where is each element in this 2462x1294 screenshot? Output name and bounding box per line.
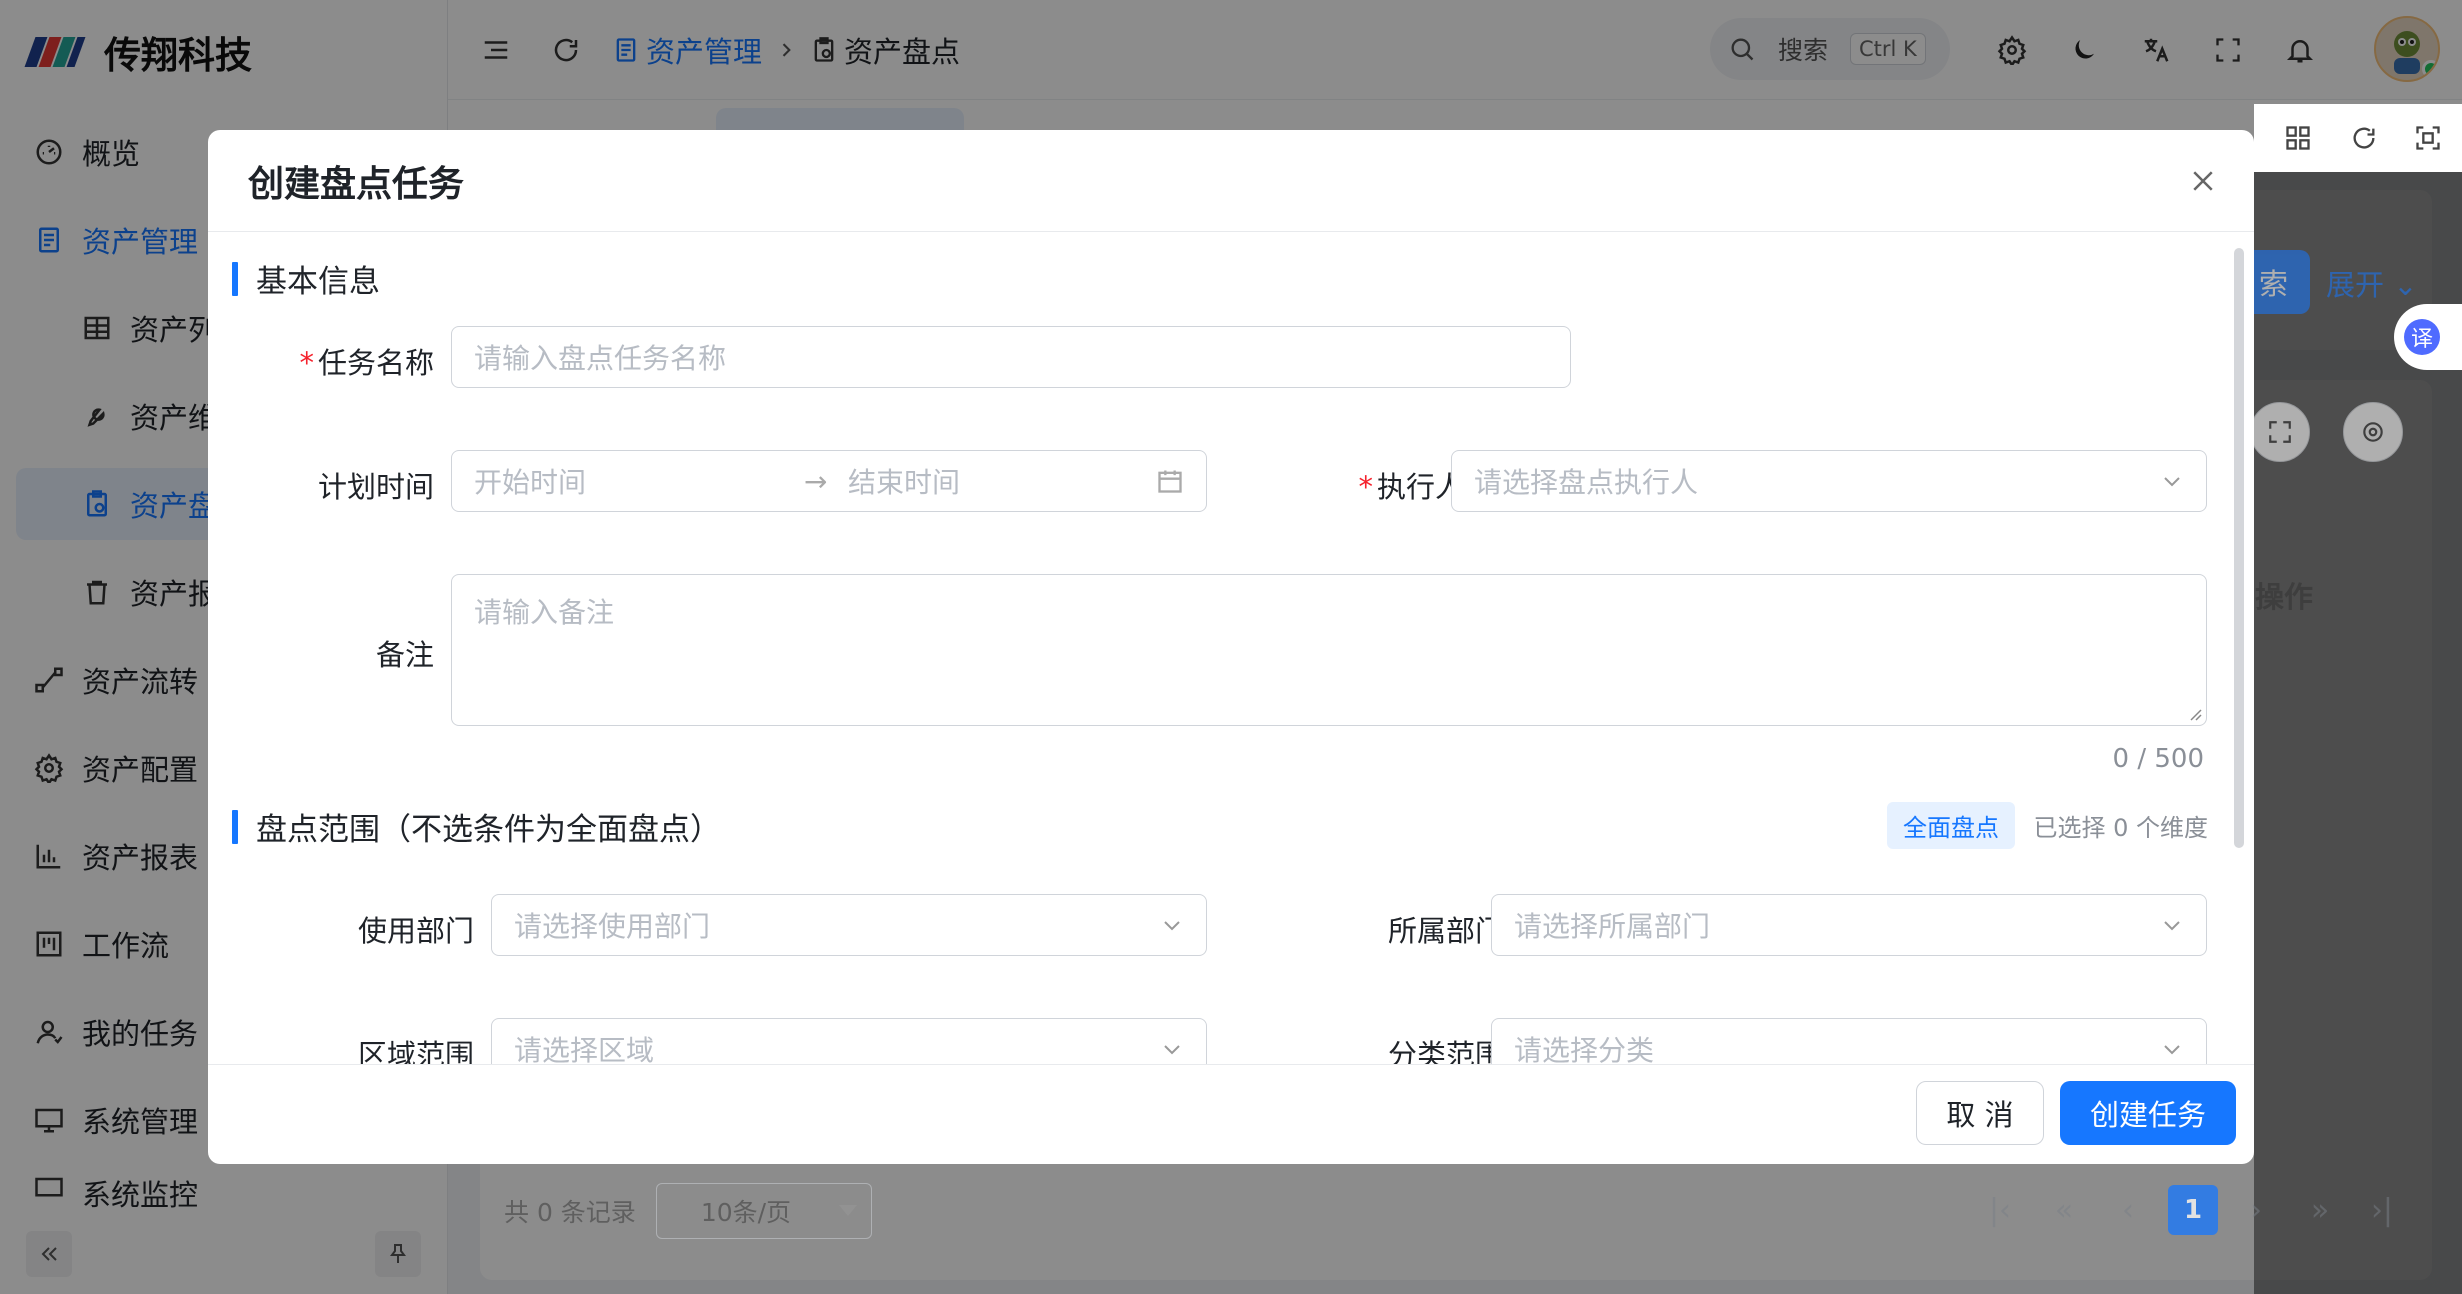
- expand-filters-link[interactable]: 展开 ⌄: [2326, 262, 2418, 304]
- own-dept-placeholder: 请选择所属部门: [1514, 910, 1711, 943]
- remark-textarea[interactable]: 请输入备注: [451, 574, 2207, 726]
- last-page-icon: ›|: [2370, 1192, 2394, 1228]
- total-records: 共 0 条记录: [504, 1198, 636, 1227]
- remark-placeholder: 请输入备注: [474, 596, 615, 629]
- task-name-label: * 任务名称: [208, 340, 434, 382]
- last-page-button[interactable]: ›|: [2360, 1188, 2404, 1232]
- calendar-icon: [1158, 470, 1182, 493]
- page-size-value: 10条/页: [700, 1198, 792, 1227]
- remark-label: 备注: [375, 638, 434, 672]
- expand-icon: [2269, 421, 2291, 443]
- section-accent-bar: [232, 809, 238, 844]
- executor-select[interactable]: 请选择盘点执行人: [1451, 450, 2207, 512]
- chevron-down-icon: [2164, 921, 2180, 931]
- table-settings-button[interactable]: [2343, 402, 2403, 462]
- first-page-icon: |‹: [1988, 1192, 2012, 1228]
- double-chevron-right-icon: »: [2310, 1192, 2330, 1228]
- chevron-down-icon: [1164, 1045, 1180, 1055]
- next-page-button[interactable]: ›: [2234, 1188, 2278, 1232]
- chevron-left-icon: ‹: [2122, 1192, 2134, 1228]
- chevron-down-icon: [2164, 477, 2180, 487]
- area-label: 区域范围: [357, 1038, 474, 1064]
- section-title: 基本信息: [256, 264, 380, 300]
- start-time-placeholder: 开始时间: [474, 466, 587, 499]
- current-page[interactable]: 1: [2168, 1185, 2218, 1235]
- own-dept-select[interactable]: 请选择所属部门: [1491, 894, 2207, 956]
- modal-title: 创建盘点任务: [248, 163, 465, 205]
- refresh-icon[interactable]: [2350, 124, 2378, 152]
- column-header-action: 操作: [2255, 580, 2314, 614]
- fit-screen-icon[interactable]: [2414, 124, 2442, 152]
- section-accent-bar: [232, 261, 238, 296]
- first-page-button[interactable]: |‹: [1978, 1188, 2022, 1232]
- chevron-right-icon: ›: [2250, 1192, 2262, 1228]
- chevron-down-icon: [1164, 921, 1180, 931]
- modal-body: 基本信息 * 任务名称 请输入盘点任务名称 计划时间 开始时间 → 结束时间 * 执…: [208, 232, 2254, 1064]
- end-time-placeholder: 结束时间: [848, 466, 961, 499]
- next-group-button[interactable]: »: [2298, 1188, 2342, 1232]
- full-inventory-tag: 全面盘点: [1887, 802, 2015, 849]
- double-chevron-left-icon: «: [2054, 1192, 2074, 1228]
- remark-char-counter: 0 / 500: [2112, 744, 2204, 774]
- caret-down-icon: [838, 1205, 857, 1216]
- expand-label: 展开: [2326, 268, 2385, 302]
- search-button-label: 索: [2258, 267, 2288, 301]
- create-task-button[interactable]: 创建任务: [2060, 1081, 2236, 1145]
- area-placeholder: 请选择区域: [514, 1034, 655, 1064]
- grid-icon[interactable]: [2284, 124, 2312, 152]
- range-arrow-icon: →: [804, 464, 828, 498]
- cancel-button[interactable]: 取 消: [1916, 1081, 2044, 1145]
- create-inventory-task-modal: 创建盘点任务 基本信息 * 任务名称 请输入盘点任务名称 计划时间 开始时间 → …: [208, 130, 2254, 1164]
- executor-placeholder: 请选择盘点执行人: [1474, 466, 1699, 499]
- label-text: 任务名称: [317, 346, 434, 380]
- section-inventory-scope: 盘点范围（不选条件为全面盘点）: [232, 804, 721, 849]
- tabs-toolbar: [2254, 104, 2462, 172]
- chevron-down-icon: [2164, 1045, 2180, 1055]
- selected-dimensions-count: 已选择 0 个维度: [2033, 814, 2208, 842]
- use-dept-placeholder: 请选择使用部门: [514, 910, 711, 943]
- modal-footer: 取 消 创建任务: [208, 1064, 2254, 1164]
- section-title: 盘点范围（不选条件为全面盘点）: [256, 812, 721, 848]
- page-size-select[interactable]: 10条/页: [655, 1183, 872, 1239]
- task-name-placeholder: 请输入盘点任务名称: [474, 342, 727, 375]
- plan-time-label: 计划时间: [317, 470, 434, 504]
- category-placeholder: 请选择分类: [1514, 1034, 1655, 1064]
- modal-header: 创建盘点任务: [208, 130, 2254, 232]
- use-dept-select[interactable]: 请选择使用部门: [491, 894, 1207, 956]
- use-dept-label: 使用部门: [357, 914, 474, 948]
- category-select[interactable]: 请选择分类: [1491, 1018, 2207, 1064]
- plan-time-range-picker[interactable]: 开始时间 → 结束时间: [451, 450, 1207, 512]
- prev-group-button[interactable]: «: [2042, 1188, 2086, 1232]
- resize-handle-icon[interactable]: [2186, 705, 2202, 721]
- area-select[interactable]: 请选择区域: [491, 1018, 1207, 1064]
- gear-icon: [2363, 422, 2383, 442]
- table-fullscreen-button[interactable]: [2250, 402, 2310, 462]
- section-basic-info: 基本信息: [232, 256, 380, 301]
- required-mark: *: [1358, 470, 1373, 504]
- executor-label: * 执行人: [1238, 464, 1464, 506]
- close-icon[interactable]: [2188, 166, 2218, 196]
- task-name-input[interactable]: 请输入盘点任务名称: [451, 326, 1571, 388]
- category-label: 分类范围: [1387, 1038, 1504, 1064]
- translate-float-button[interactable]: 译: [2394, 304, 2462, 370]
- prev-page-button[interactable]: ‹: [2106, 1188, 2150, 1232]
- translate-icon: 译: [2404, 319, 2440, 355]
- modal-scrollbar[interactable]: [2234, 248, 2244, 848]
- required-mark: *: [299, 346, 314, 380]
- own-dept-label: 所属部门: [1387, 914, 1504, 948]
